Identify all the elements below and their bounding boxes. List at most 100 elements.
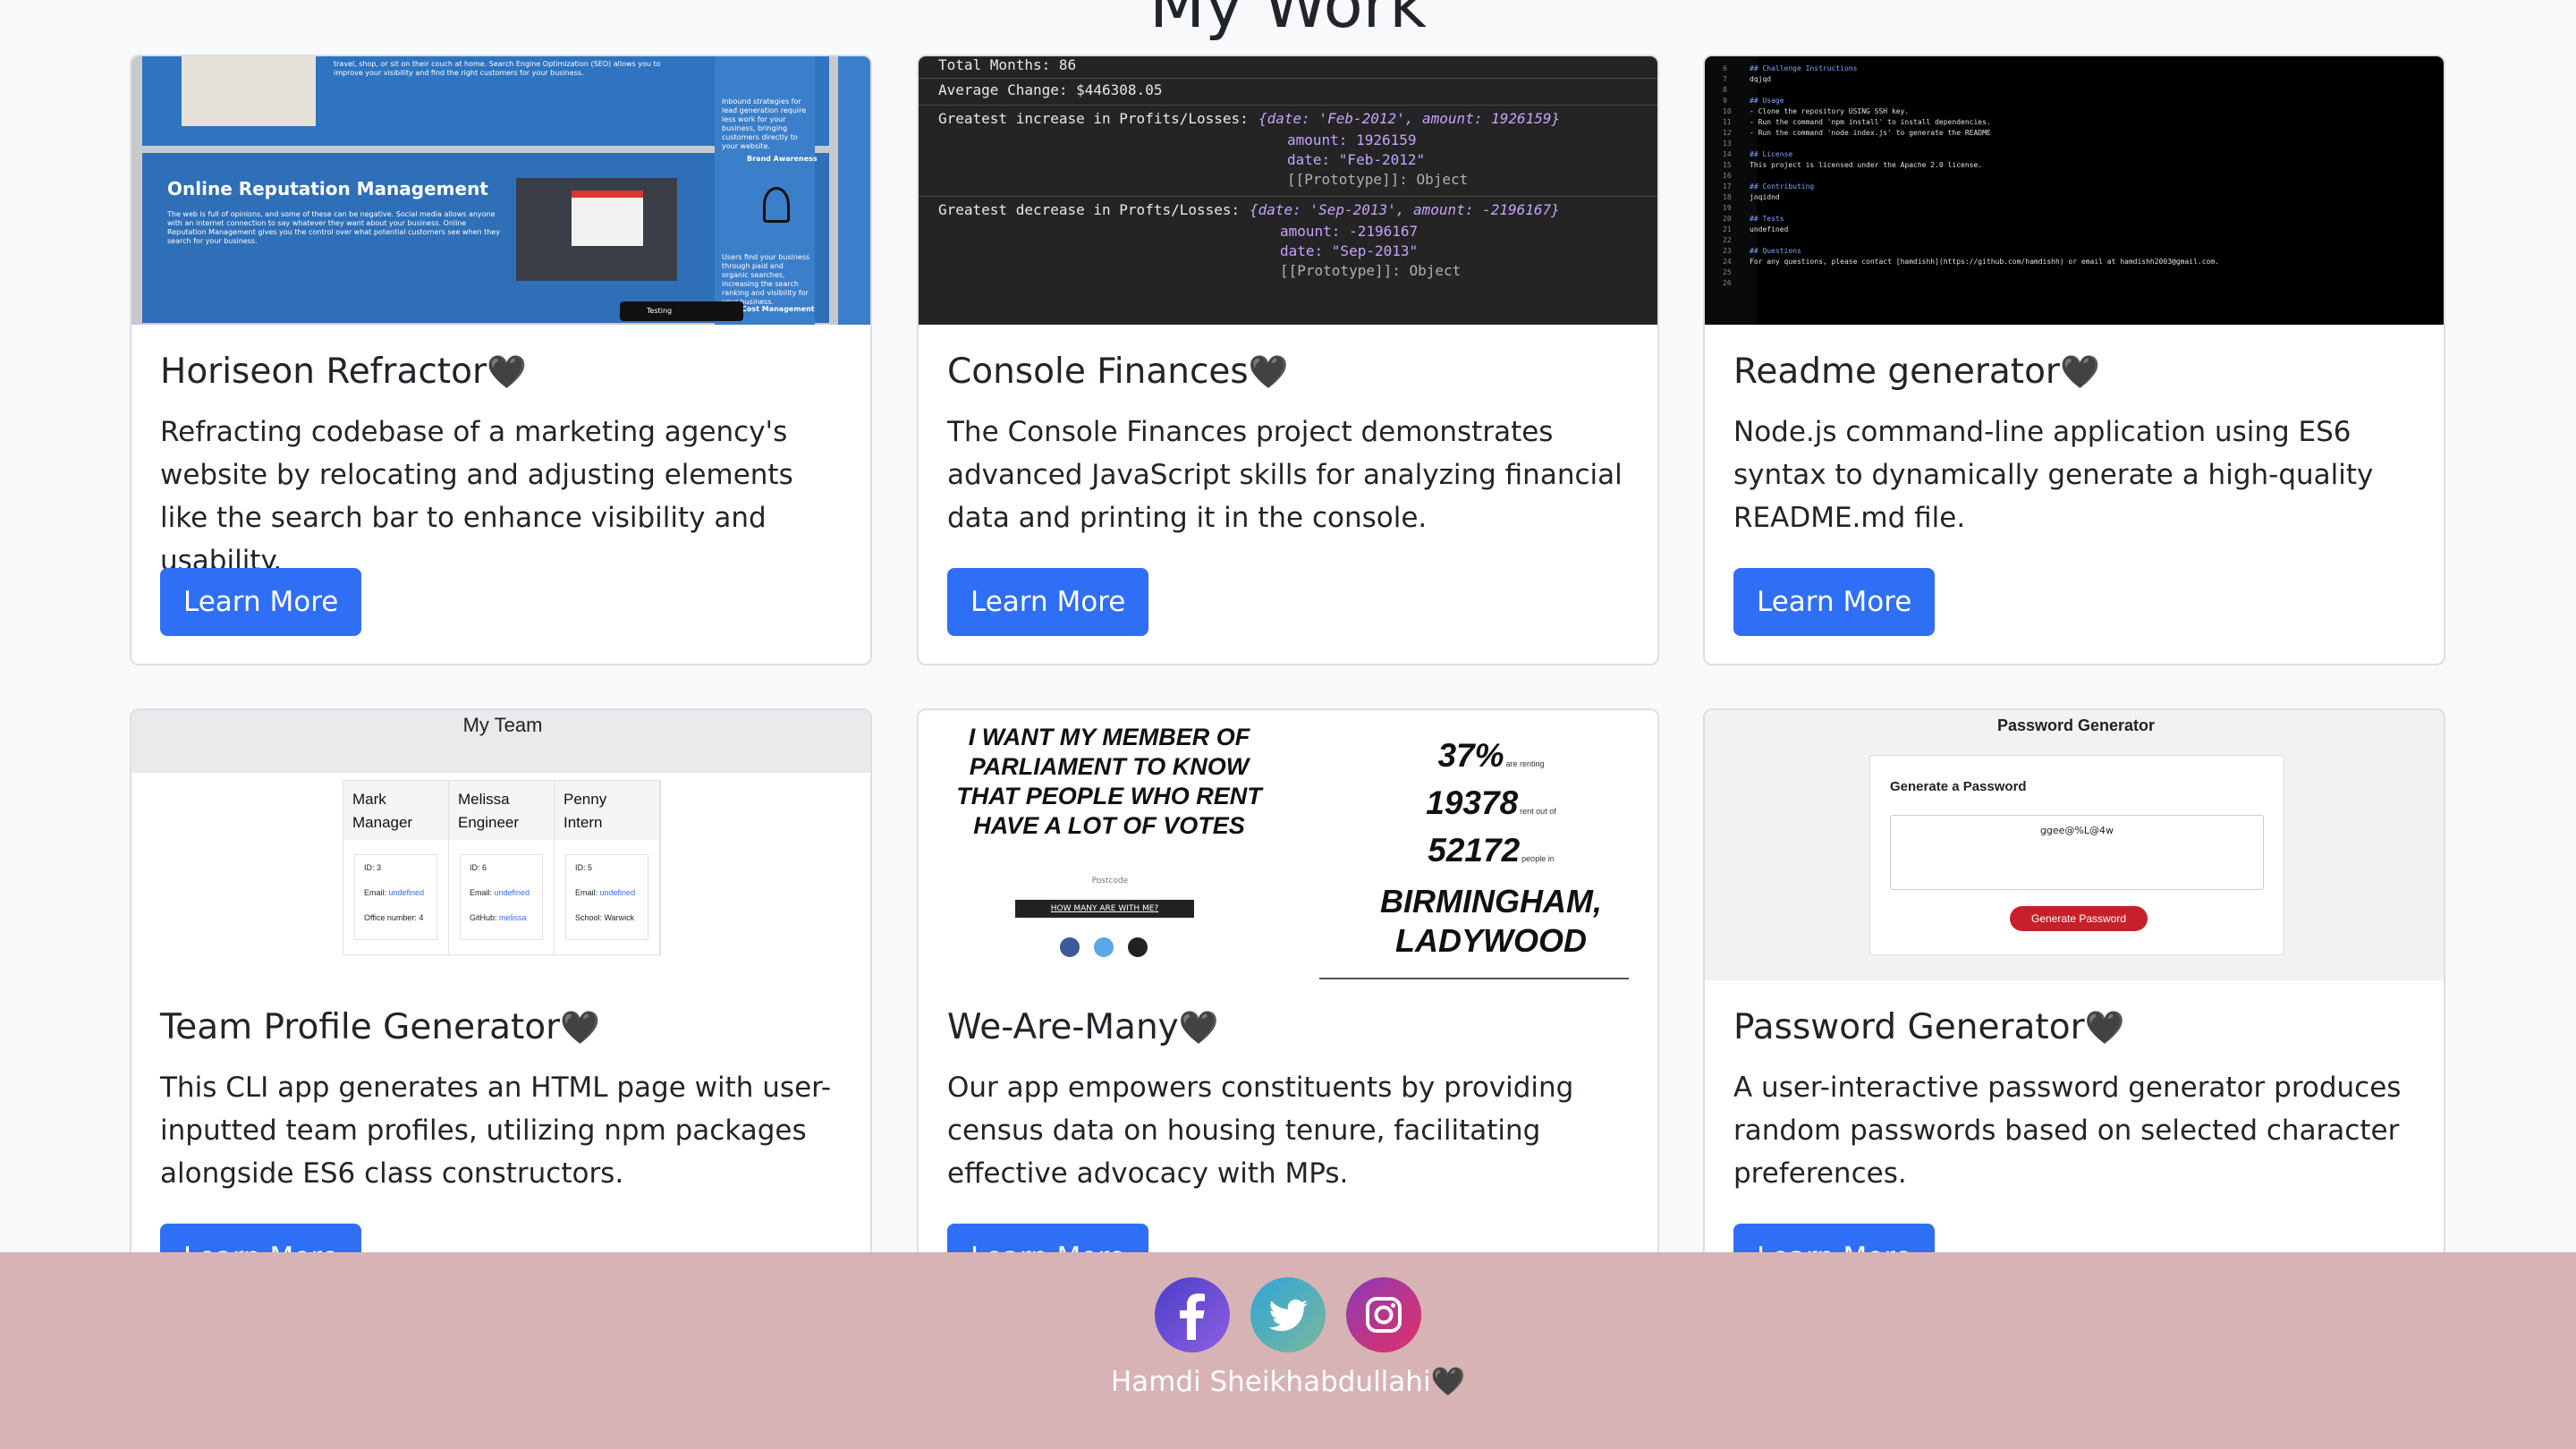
member-email: Email: undefined	[575, 880, 648, 905]
team-cards: Mark Manager ID: 3 Email: undefined Office n…	[343, 780, 661, 955]
project-thumbnail[interactable]: My Team Mark Manager ID: 3 Email: undefined…	[131, 710, 870, 980]
project-thumbnail[interactable]: Password Generator Generate a Password g…	[1705, 710, 2444, 980]
card-title: Readme generator🖤	[1733, 350, 2100, 395]
member-extra: School: Warwick	[575, 905, 648, 930]
line-number: 23	[1723, 247, 1732, 255]
instagram-icon[interactable]	[1346, 1277, 1421, 1352]
line-text: ## Contributing	[1750, 182, 1815, 191]
twitter-icon[interactable]	[1250, 1277, 1326, 1352]
card-title: Team Profile Generator🖤	[160, 1005, 600, 1051]
line-number: 21	[1723, 225, 1732, 233]
thumb-side-heading: Brand Awareness	[747, 155, 818, 163]
member-email-link[interactable]: undefined	[600, 888, 636, 897]
line-number: 19	[1723, 204, 1732, 212]
code-line: 20 ## Tests	[1723, 214, 2438, 225]
console-line: date: "Sep-2013"	[1280, 242, 1419, 259]
console-line: date: "Feb-2012"	[1287, 151, 1426, 168]
project-card-console-finances: Total Months: 86 Average Change: $446308…	[917, 55, 1659, 665]
member-extra: Office number: 4	[364, 905, 436, 930]
card-title: Password Generator🖤	[1733, 1005, 2124, 1051]
member-name: Melissa	[458, 791, 510, 808]
line-number: 7	[1723, 75, 1727, 83]
project-card-horiseon: travel, shop, or sit on their couch at h…	[130, 55, 872, 665]
card-title-text: Team Profile Generator	[160, 1007, 561, 1047]
stat-label: rent out of	[1520, 807, 1556, 816]
team-member-card: Mark Manager ID: 3 Email: undefined Office n…	[343, 781, 449, 954]
code-line: 6 ## Challenge Instructions	[1723, 64, 2438, 74]
facebook-icon[interactable]	[1155, 1277, 1230, 1352]
wam-headline: I WANT MY MEMBER OF PARLIAMENT TO KNOW T…	[956, 724, 1262, 839]
learn-more-button[interactable]: Learn More	[1733, 568, 1936, 636]
stat-value: 52172	[1428, 832, 1521, 869]
thumb-side-text: Users find your business through paid an…	[722, 253, 810, 306]
line-text: undefined	[1750, 225, 1789, 233]
stat-value: 19378	[1426, 784, 1519, 821]
line-number: 13	[1723, 140, 1732, 148]
member-details: ID: 5 Email: undefined School: Warwick	[565, 854, 648, 940]
code-line: 21 undefined	[1723, 225, 2438, 235]
code-line: 22	[1723, 235, 2438, 246]
line-text: For any questions, please contact [hamdi…	[1750, 258, 2219, 266]
line-text: ## Usage	[1750, 97, 1784, 105]
learn-more-button[interactable]: Learn More	[160, 568, 362, 636]
code-line: 19	[1723, 203, 2438, 214]
console-line: {date: 'Feb-2012', amount: 1926159}	[1258, 110, 1561, 127]
author-name: Hamdi Sheikhabdullahi	[1110, 1366, 1431, 1398]
generate-password-button[interactable]: Generate Password	[2010, 906, 2148, 931]
line-text: - Run the command 'node index.js' to gen…	[1750, 129, 1991, 137]
line-text: dqjqd	[1750, 75, 1772, 83]
card-title-text: Horiseon Refractor	[160, 352, 487, 392]
code-line: 8	[1723, 85, 2438, 96]
share-github-icon[interactable]	[1128, 937, 1148, 957]
console-line: Greatest increase in Profits/Losses:	[938, 110, 1249, 127]
postcode-input[interactable]: Postcode	[1056, 877, 1164, 886]
line-text: ## Tests	[1750, 215, 1784, 223]
member-id: ID: 3	[364, 863, 382, 872]
code-line: 7 dqjqd	[1723, 74, 2438, 85]
line-number: 9	[1723, 97, 1727, 105]
member-name: Penny	[564, 791, 607, 808]
reputation-image	[516, 178, 677, 281]
member-email-link[interactable]: undefined	[389, 888, 425, 897]
line-number: 8	[1723, 86, 1727, 94]
member-email: Email: undefined	[470, 880, 542, 905]
code-line: 11 - Run the command 'npm install' to ins…	[1723, 117, 2438, 128]
stat-label: people in	[1521, 854, 1555, 863]
member-email-label: Email:	[364, 888, 387, 897]
password-output[interactable]: ggee@%L@4w	[1890, 815, 2264, 890]
project-thumbnail[interactable]: 6 ## Challenge Instructions 7 dqjqd 8 9 ## Usa…	[1705, 56, 2444, 325]
console-line: amount: 1926159	[1287, 131, 1417, 148]
project-thumbnail[interactable]: travel, shop, or sit on their couch at h…	[131, 56, 870, 325]
code-line: 17 ## Contributing	[1723, 182, 2438, 192]
code-line: 23 ## Questions	[1723, 246, 2438, 257]
card-description: Node.js command-line application using E…	[1733, 416, 2374, 534]
code-line: 18 jnqidnd	[1723, 192, 2438, 203]
card-description: A user-interactive password generator pr…	[1733, 1072, 2402, 1190]
console-line: [[Prototype]]: Object	[1280, 262, 1462, 279]
broadcast-icon	[763, 187, 790, 223]
console-line: {date: 'Sep-2013', amount: -2196167}	[1250, 201, 1560, 218]
thumb-body: The web is full of opinions, and some of…	[167, 210, 500, 245]
learn-more-button[interactable]: Learn More	[947, 568, 1149, 636]
member-email-link[interactable]: undefined	[495, 888, 530, 897]
line-text: ## Challenge Instructions	[1750, 64, 1858, 72]
share-facebook-icon[interactable]	[1060, 937, 1080, 957]
wam-stats: 37% are renting 19378 rent out of 52172 peopl…	[1339, 737, 1643, 879]
heart-icon: 🖤	[486, 354, 527, 391]
project-thumbnail[interactable]: Total Months: 86 Average Change: $446308…	[919, 56, 1657, 325]
member-extra: GitHub: melissa	[470, 905, 542, 930]
projects-grid: travel, shop, or sit on their couch at h…	[0, 0, 2576, 1449]
member-header: Penny Intern	[555, 781, 659, 840]
divider	[1319, 978, 1629, 979]
pw-card: Generate a Password ggee@%L@4w Generate …	[1869, 755, 2284, 955]
line-number: 22	[1723, 236, 1732, 244]
member-extra-link[interactable]: melissa	[499, 913, 527, 922]
project-thumbnail[interactable]: I WANT MY MEMBER OF PARLIAMENT TO KNOW T…	[919, 710, 1657, 980]
console-line: amount: -2196167	[1280, 223, 1419, 240]
how-many-button[interactable]: HOW MANY ARE WITH ME?	[1015, 900, 1194, 918]
team-header: My Team	[131, 710, 870, 773]
share-twitter-icon[interactable]	[1094, 937, 1114, 957]
line-number: 24	[1723, 258, 1732, 266]
line-number: 12	[1723, 129, 1732, 137]
seo-image	[182, 56, 316, 126]
